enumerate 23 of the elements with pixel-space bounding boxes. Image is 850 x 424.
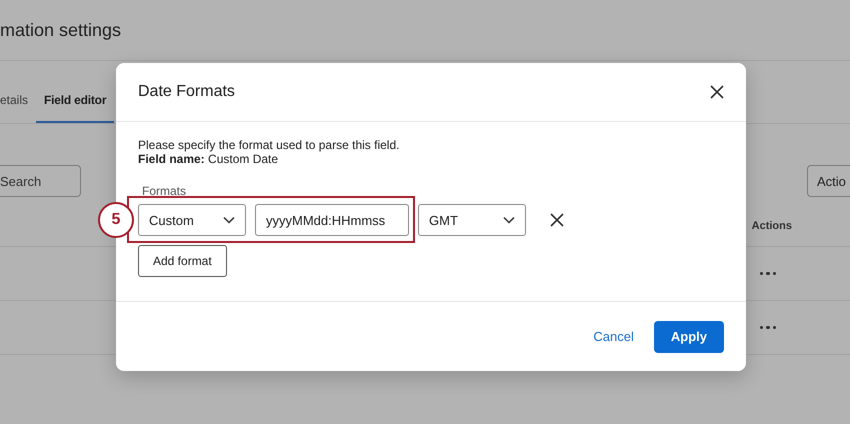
pattern-field[interactable]: yyyyMMdd:HHmmss bbox=[255, 204, 409, 236]
column-header: Actions bbox=[752, 220, 792, 232]
description-text: Please specify the format used to parse this field. bbox=[138, 138, 400, 152]
remove-icon[interactable] bbox=[550, 213, 564, 227]
page-title: mation settings bbox=[0, 20, 122, 40]
field-name-text: Field name: Custom Date bbox=[138, 152, 280, 166]
dialog-title: Date Formats bbox=[138, 83, 235, 101]
format-type-dropdown[interactable]: Custom bbox=[138, 204, 246, 236]
close-button[interactable] bbox=[710, 85, 724, 99]
formats-label: Formats bbox=[142, 184, 188, 198]
search-field[interactable]: Search bbox=[0, 165, 81, 197]
timezone-dropdown[interactable]: GMT bbox=[418, 204, 526, 236]
tab[interactable]: Field editor bbox=[36, 93, 114, 123]
more-icon[interactable] bbox=[760, 272, 776, 276]
step-marker: 5 bbox=[98, 202, 134, 238]
add-format-button[interactable]: Add format bbox=[138, 245, 227, 277]
cancel-button[interactable]: Cancel bbox=[593, 329, 634, 344]
more-icon[interactable] bbox=[760, 326, 776, 330]
actions-button[interactable]: Actio bbox=[807, 165, 850, 197]
caret-icon bbox=[503, 216, 515, 224]
tab[interactable]: etails bbox=[0, 93, 36, 123]
caret-icon bbox=[223, 216, 235, 224]
apply-button[interactable]: Apply bbox=[654, 320, 724, 352]
